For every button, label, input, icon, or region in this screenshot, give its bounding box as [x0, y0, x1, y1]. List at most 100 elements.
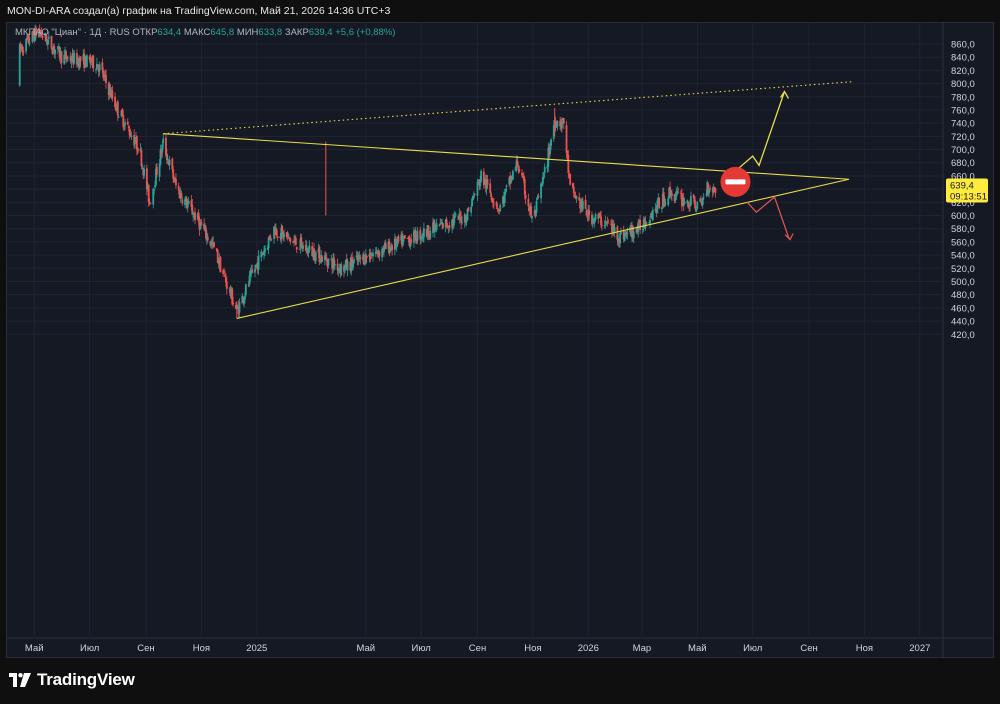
time-tick-label: Июл: [80, 643, 99, 654]
no-entry-bar: [725, 179, 746, 185]
time-tick-label: 2027: [909, 643, 930, 654]
candle-body: [489, 183, 492, 193]
high-label: МАКС: [183, 27, 211, 38]
drawings[interactable]: [163, 81, 854, 319]
candle-body: [302, 245, 305, 249]
candle-body: [60, 51, 63, 63]
price-tick-label: 740,0: [951, 119, 975, 130]
candle-body: [149, 203, 152, 205]
candle-body: [512, 171, 514, 180]
price-tick-label: 720,0: [951, 132, 975, 143]
candle-body: [435, 223, 438, 230]
candle-body: [461, 221, 463, 223]
candle-body: [143, 169, 146, 176]
candle-body: [613, 227, 616, 233]
price-chart[interactable]: 860,0 840,0 820,0 800,0 780,0 760,0 740,0 720,0…: [0, 0, 1000, 704]
candle-body: [639, 219, 641, 230]
price-axis[interactable]: 860,0 840,0 820,0 800,0 780,0 760,0 740,0 720,0…: [942, 23, 975, 658]
candle-body: [117, 116, 120, 118]
time-tick-label: Ноя: [193, 643, 210, 654]
price-tick-label: 600,0: [951, 211, 975, 222]
candle-body: [531, 216, 533, 219]
candle-body: [423, 228, 425, 238]
candle-body: [584, 199, 587, 209]
time-tick-label: Сен: [137, 643, 154, 654]
candle-body: [126, 121, 129, 125]
price-tick-label: 440,0: [951, 317, 975, 328]
candle-body: [308, 245, 311, 251]
candle-body: [410, 239, 413, 243]
candle-body: [105, 75, 107, 83]
candle-body: [416, 231, 419, 241]
candle-body: [287, 234, 290, 237]
candle-body: [645, 222, 648, 224]
bullish-scenario-arrow[interactable]: [737, 91, 786, 170]
candle-body: [588, 210, 591, 215]
bearish-arrowhead: [784, 233, 794, 241]
dotted-resistance-line[interactable]: [163, 81, 854, 135]
candle-body: [372, 253, 374, 257]
candle-body: [470, 206, 473, 213]
low-value: 633,8: [258, 27, 283, 38]
candle-body: [333, 264, 336, 266]
candle-body: [359, 256, 362, 259]
candle-body: [448, 225, 451, 229]
triangle-lower-line[interactable]: [236, 178, 850, 319]
candle-body: [92, 55, 95, 69]
candle-body: [492, 203, 495, 205]
candle-body: [194, 212, 196, 221]
candle-body: [244, 284, 247, 295]
time-tick-label: Сен: [469, 643, 486, 654]
candle-body: [620, 232, 622, 235]
candle-body: [175, 178, 177, 186]
bearish-scenario-arrow[interactable]: [746, 196, 790, 239]
candle-body: [480, 170, 483, 182]
candle-body: [403, 235, 406, 239]
countdown-label: 09:13:51: [950, 192, 987, 203]
candle-body: [73, 52, 76, 64]
candle-body: [295, 246, 298, 250]
candle-body: [565, 125, 568, 153]
candle-body: [257, 255, 260, 270]
time-axis[interactable]: Май Июл Сен Ноя 2025 Май Июл Сен Ноя 2026 Мар Май Ию…: [7, 637, 993, 654]
candle-body: [537, 195, 540, 197]
candle-body: [54, 49, 57, 54]
candle-body: [467, 207, 470, 212]
candle-body: [168, 159, 171, 166]
candle-body: [213, 242, 215, 247]
low-label: МИН: [236, 27, 259, 38]
time-tick-label: Сен: [800, 643, 817, 654]
time-tick-label: Ноя: [524, 643, 541, 654]
candle-body: [683, 201, 686, 204]
open-label: ОТКР: [132, 27, 158, 38]
price-tick-label: 800,0: [951, 79, 975, 90]
time-tick-label: 2025: [246, 643, 267, 654]
candle-body: [486, 179, 489, 185]
candle-body: [473, 194, 476, 196]
candle-body: [658, 197, 661, 209]
time-tick-label: Ноя: [856, 643, 873, 654]
candle-body: [251, 269, 254, 273]
time-tick-label: Май: [356, 643, 375, 654]
candle-body: [140, 150, 143, 166]
candle-body: [219, 257, 222, 273]
time-tick-label: Июл: [412, 643, 431, 654]
price-tick-label: 460,0: [951, 303, 975, 314]
candle-body: [162, 138, 165, 144]
candle-body: [134, 142, 136, 145]
candle-body: [556, 120, 559, 128]
tradingview-logo[interactable]: TradingView: [9, 670, 135, 690]
candle-body: [283, 233, 285, 238]
price-tick-label: 520,0: [951, 264, 975, 275]
candle-body: [86, 55, 88, 67]
candle-body: [79, 56, 82, 62]
candle-body: [225, 281, 228, 289]
candle-body: [232, 303, 235, 304]
candle-body: [619, 233, 622, 244]
candle-body: [181, 199, 184, 204]
time-tick-label: Июл: [743, 643, 762, 654]
candle-body: [429, 231, 432, 239]
candle-body: [66, 57, 69, 59]
price-tick-label: 700,0: [951, 145, 975, 156]
candle-body: [632, 231, 635, 239]
